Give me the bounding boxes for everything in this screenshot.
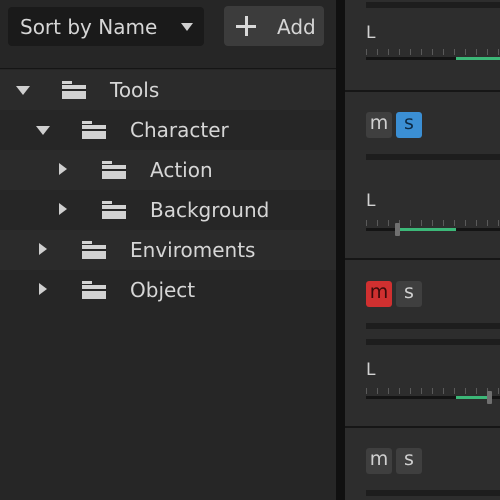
plus-icon — [236, 16, 256, 36]
library-toolbar: Sort by Name Add — [0, 0, 336, 69]
pan-slider-ticks — [366, 388, 500, 394]
collapsed-arrow-icon[interactable] — [39, 283, 47, 295]
add-button[interactable]: Add — [224, 6, 324, 46]
sort-dropdown[interactable]: Sort by Name — [8, 7, 204, 46]
track-level-bar — [366, 339, 500, 345]
folder-icon — [82, 281, 106, 299]
pan-slider[interactable] — [366, 220, 500, 236]
tree-item-label: Background — [150, 198, 270, 222]
mute-button[interactable]: m — [366, 281, 392, 307]
pan-slider-fill — [455, 57, 500, 60]
track-separator — [345, 426, 500, 428]
collapsed-arrow-icon[interactable] — [59, 163, 67, 175]
tree-item-label: Object — [130, 278, 196, 302]
tree-item-action[interactable]: Action — [0, 150, 336, 190]
add-button-label: Add — [277, 15, 316, 39]
pan-label: L — [366, 360, 376, 380]
tree-item-character[interactable]: Character — [0, 110, 336, 150]
mute-button[interactable]: m — [366, 448, 392, 474]
folder-icon — [62, 81, 86, 99]
panel-splitter[interactable] — [336, 0, 345, 500]
track-level-bar — [366, 323, 500, 329]
mute-button[interactable]: m — [366, 112, 392, 138]
pan-slider-ticks — [366, 49, 500, 55]
solo-button[interactable]: s — [396, 281, 422, 307]
track-separator — [345, 258, 500, 260]
folder-tree: Tools Character Action Background Enviro… — [0, 70, 336, 310]
solo-button[interactable]: s — [396, 448, 422, 474]
collapsed-arrow-icon[interactable] — [39, 243, 47, 255]
folder-icon — [102, 201, 126, 219]
pan-label: L — [366, 191, 376, 211]
tree-item-object[interactable]: Object — [0, 270, 336, 310]
pan-slider-handle[interactable] — [394, 223, 400, 236]
track-panel: L m s L m s L m s — [345, 0, 500, 500]
solo-button[interactable]: s — [396, 112, 422, 138]
folder-icon — [82, 121, 106, 139]
pan-label: L — [366, 23, 376, 43]
tree-item-label: Enviroments — [130, 238, 256, 262]
tree-item-label: Tools — [110, 78, 160, 102]
pan-slider[interactable] — [366, 49, 500, 61]
track-separator — [345, 90, 500, 92]
pan-slider-fill — [396, 228, 456, 231]
tree-item-label: Action — [150, 158, 213, 182]
track-level-bar — [366, 154, 500, 160]
folder-icon — [82, 241, 106, 259]
track-level-bar — [366, 2, 500, 8]
collapsed-arrow-icon[interactable] — [59, 203, 67, 215]
pan-slider-handle[interactable] — [487, 391, 493, 404]
tree-item-tools[interactable]: Tools — [0, 70, 336, 110]
sort-dropdown-label: Sort by Name — [20, 15, 158, 39]
tree-item-background[interactable]: Background — [0, 190, 336, 230]
library-panel: Sort by Name Add Tools Character Action … — [0, 0, 336, 500]
caret-down-icon — [181, 23, 193, 31]
pan-slider-ticks — [366, 220, 500, 226]
expand-arrow-icon[interactable] — [36, 126, 50, 135]
tree-item-enviroments[interactable]: Enviroments — [0, 230, 336, 270]
folder-icon — [102, 161, 126, 179]
track-level-bar — [366, 490, 500, 496]
tree-item-label: Character — [130, 118, 229, 142]
pan-slider-fill — [455, 396, 490, 399]
expand-arrow-icon[interactable] — [16, 86, 30, 95]
pan-slider[interactable] — [366, 388, 500, 404]
